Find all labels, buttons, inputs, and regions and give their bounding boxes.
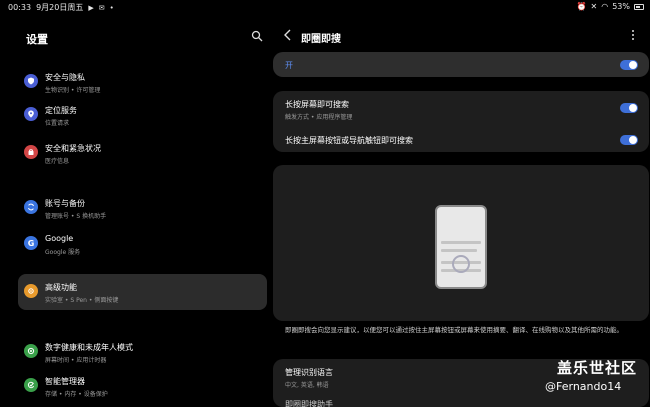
status-bar: 00:33 9月20日周五 ▶ ✉ • ⏰ ✕ ◠ 53% bbox=[0, 0, 650, 14]
circle-search-ring-icon bbox=[452, 255, 470, 273]
watermark-logo-text: 盖乐世社区 bbox=[557, 359, 638, 377]
settings-item-title: 安全与隐私 bbox=[45, 73, 85, 82]
master-switch-row[interactable]: 开 bbox=[273, 52, 649, 77]
languages-title: 管理识别语言 bbox=[285, 368, 333, 377]
settings-item-title: Google bbox=[45, 234, 74, 243]
settings-item-subtitle: 屏幕时间 • 应用计时器 bbox=[45, 357, 107, 364]
settings-title: 设置 bbox=[26, 33, 48, 46]
settings-item-title: 账号与备份 bbox=[45, 199, 85, 208]
more-options-icon bbox=[632, 30, 634, 32]
feature-description: 即圈即搜会向您显示建议，以便您可以通过按住主屏幕按钮或屏幕来使用摘要、翻译、在线… bbox=[285, 326, 623, 334]
settings-item-location[interactable]: 定位服务 位置请求 bbox=[18, 97, 267, 133]
options-card: 长按屏幕即可搜索 触发方式 • 应用程序管理 长按主屏幕按钮或导航触钮即可搜索 bbox=[273, 91, 649, 152]
settings-item-subtitle: 管理账号 • S 换机助手 bbox=[45, 213, 107, 220]
watermark-username: @Fernando14 bbox=[545, 380, 622, 393]
device-care-icon bbox=[24, 378, 38, 392]
settings-item-security-privacy[interactable]: 安全与隐私 生物识别 • 许可管理 bbox=[18, 64, 267, 100]
next-option-partial[interactable]: 即圈即搜助手 bbox=[285, 399, 333, 407]
settings-item-google[interactable]: G Google Google 服务 bbox=[18, 226, 267, 262]
long-press-screen-toggle[interactable] bbox=[620, 103, 638, 113]
settings-item-subtitle: 实验室 • S Pen • 侧面按键 bbox=[45, 297, 119, 304]
settings-item-subtitle: 位置请求 bbox=[45, 120, 70, 127]
settings-item-title: 安全和紧急状况 bbox=[45, 144, 101, 153]
battery-icon bbox=[634, 3, 644, 10]
location-icon bbox=[24, 107, 38, 121]
wifi-icon: ◠ bbox=[601, 2, 609, 11]
settings-item-subtitle: 医疗信息 bbox=[45, 158, 70, 165]
settings-item-device-care[interactable]: 智能管理器 存储 • 内存 • 设备保护 bbox=[18, 368, 267, 404]
settings-item-safety-emergency[interactable]: 安全和紧急状况 医疗信息 bbox=[18, 135, 267, 171]
settings-item-accounts-backup[interactable]: 账号与备份 管理账号 • S 换机助手 bbox=[18, 190, 267, 226]
settings-item-title: 高级功能 bbox=[45, 283, 77, 292]
option-title: 长按屏幕即可搜索 bbox=[285, 100, 349, 109]
battery-percent: 53% bbox=[612, 2, 630, 11]
back-button[interactable] bbox=[281, 28, 295, 42]
phone-illustration bbox=[435, 205, 487, 289]
feature-preview bbox=[273, 165, 649, 321]
digital-wellbeing-icon bbox=[24, 344, 38, 358]
master-toggle[interactable] bbox=[620, 60, 638, 70]
long-press-home-toggle[interactable] bbox=[620, 135, 638, 145]
settings-item-title: 定位服务 bbox=[45, 106, 77, 115]
more-options-button[interactable] bbox=[629, 30, 637, 44]
option-title: 长按主屏幕按钮或导航触钮即可搜索 bbox=[285, 136, 413, 145]
status-date: 9月20日周五 bbox=[36, 3, 84, 12]
settings-item-advanced-features[interactable]: 高级功能 实验室 • S Pen • 侧面按键 bbox=[18, 274, 267, 310]
detail-panel: 即圈即搜 开 长按屏幕即可搜索 触发方式 • 应用程序管理 长按主屏幕按钮或导航… bbox=[273, 14, 650, 407]
emergency-icon bbox=[24, 145, 38, 159]
alarm-icon: ⏰ bbox=[576, 2, 587, 11]
settings-item-digital-wellbeing[interactable]: 数字健康和未成年人模式 屏幕时间 • 应用计时器 bbox=[18, 334, 267, 370]
status-time: 00:33 bbox=[8, 3, 32, 12]
message-icon: ✉ bbox=[98, 3, 105, 12]
settings-item-subtitle: 存储 • 内存 • 设备保护 bbox=[45, 391, 108, 398]
settings-item-title: 智能管理器 bbox=[45, 377, 85, 386]
mute-icon: ✕ bbox=[590, 2, 598, 11]
sync-icon bbox=[24, 200, 38, 214]
notification-icon: ▶ bbox=[88, 3, 94, 12]
notification-dot-icon: • bbox=[109, 3, 114, 12]
settings-item-subtitle: 生物识别 • 许可管理 bbox=[45, 87, 101, 94]
settings-item-title: 数字健康和未成年人模式 bbox=[45, 343, 133, 352]
page-title: 即圈即搜 bbox=[301, 34, 341, 45]
settings-item-subtitle: Google 服务 bbox=[45, 249, 81, 256]
search-icon[interactable] bbox=[251, 30, 263, 42]
languages-subtitle: 中文, 英语, 韩语 bbox=[285, 382, 329, 389]
option-subtitle: 触发方式 • 应用程序管理 bbox=[285, 114, 353, 121]
shield-icon bbox=[24, 74, 38, 88]
master-switch-label: 开 bbox=[285, 61, 293, 70]
settings-panel: 设置 安全与隐私 生物识别 • 许可管理 定位服务 位置请求 安全和紧急状况 医… bbox=[0, 14, 275, 407]
google-icon: G bbox=[24, 236, 38, 250]
advanced-features-icon bbox=[24, 284, 38, 298]
